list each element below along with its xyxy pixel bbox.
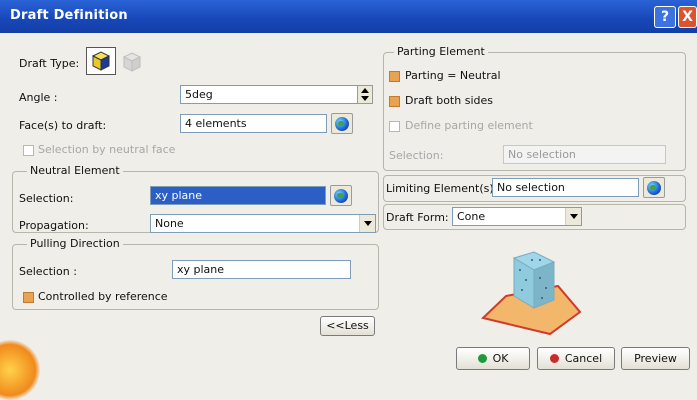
draft-type-label: Draft Type: bbox=[19, 57, 80, 70]
angle-label: Angle : bbox=[19, 91, 58, 104]
draft-form-value: Cone bbox=[457, 210, 486, 223]
limiting-element-label: Limiting Element(s): bbox=[386, 182, 498, 195]
ok-label: OK bbox=[492, 352, 509, 365]
propagation-value: None bbox=[155, 217, 184, 230]
spinner-arrows-icon bbox=[361, 88, 369, 101]
draft-type-variable-button[interactable] bbox=[119, 49, 145, 74]
draft-both-sides-checkbox[interactable] bbox=[389, 96, 400, 107]
ok-icon bbox=[477, 354, 487, 363]
pulling-direction-title: Pulling Direction bbox=[27, 237, 123, 250]
title-bar: Draft Definition ? X bbox=[0, 0, 697, 33]
neutral-element-title: Neutral Element bbox=[27, 164, 123, 177]
neutral-selection-label: Selection: bbox=[19, 192, 74, 205]
define-parting-checkbox[interactable] bbox=[389, 121, 400, 132]
parting-selection-input[interactable]: No selection bbox=[503, 145, 666, 164]
cancel-label: Cancel bbox=[564, 352, 603, 365]
draft-preview-illustration bbox=[480, 251, 582, 336]
draft-variable-icon bbox=[122, 52, 142, 72]
limiting-element-button[interactable] bbox=[643, 177, 665, 198]
parting-element-title: Parting Element bbox=[394, 45, 488, 58]
angle-spinner[interactable] bbox=[357, 85, 373, 104]
faces-label: Face(s) to draft: bbox=[19, 119, 107, 132]
ok-button[interactable]: OK bbox=[456, 347, 530, 370]
define-parting-label: Define parting element bbox=[405, 119, 533, 132]
propagation-label: Propagation: bbox=[19, 219, 89, 232]
help-button[interactable]: ? bbox=[654, 6, 676, 28]
draft-form-dropdown[interactable]: Cone bbox=[452, 207, 582, 226]
draft-form-label: Draft Form: bbox=[386, 211, 449, 224]
selection-by-neutral-checkbox[interactable] bbox=[23, 145, 34, 156]
angle-input[interactable]: 5deg bbox=[180, 85, 358, 104]
globe-icon bbox=[647, 181, 661, 195]
close-button[interactable]: X bbox=[678, 6, 697, 28]
cancel-icon bbox=[549, 354, 559, 363]
chevron-down-icon bbox=[359, 215, 375, 232]
draft-both-sides-label: Draft both sides bbox=[405, 94, 493, 107]
corner-logo bbox=[0, 340, 40, 400]
cancel-button[interactable]: Cancel bbox=[537, 347, 615, 370]
parting-neutral-label: Parting = Neutral bbox=[405, 69, 501, 82]
pulling-selection-label: Selection : bbox=[19, 265, 77, 278]
limiting-element-input[interactable]: No selection bbox=[492, 178, 639, 197]
less-button[interactable]: <<Less bbox=[320, 316, 375, 336]
selection-by-neutral-label: Selection by neutral face bbox=[38, 143, 176, 156]
parting-selection-label: Selection: bbox=[389, 149, 444, 162]
pulling-selection-input[interactable]: xy plane bbox=[172, 260, 351, 279]
window-title: Draft Definition bbox=[10, 8, 128, 23]
faces-list-button[interactable] bbox=[331, 113, 353, 134]
draft-type-constant-button[interactable] bbox=[86, 47, 116, 75]
neutral-selection-input[interactable]: xy plane bbox=[150, 186, 326, 205]
preview-button[interactable]: Preview bbox=[621, 347, 690, 370]
chevron-down-icon bbox=[565, 208, 581, 225]
faces-input[interactable]: 4 elements bbox=[180, 114, 327, 133]
propagation-dropdown[interactable]: None bbox=[150, 214, 376, 233]
controlled-by-reference-checkbox[interactable] bbox=[23, 292, 34, 303]
neutral-selection-button[interactable] bbox=[330, 185, 352, 206]
globe-icon bbox=[335, 117, 349, 131]
globe-icon bbox=[334, 189, 348, 203]
controlled-by-reference-label: Controlled by reference bbox=[38, 290, 168, 303]
parting-neutral-checkbox[interactable] bbox=[389, 71, 400, 82]
draft-cube-icon bbox=[91, 51, 111, 71]
